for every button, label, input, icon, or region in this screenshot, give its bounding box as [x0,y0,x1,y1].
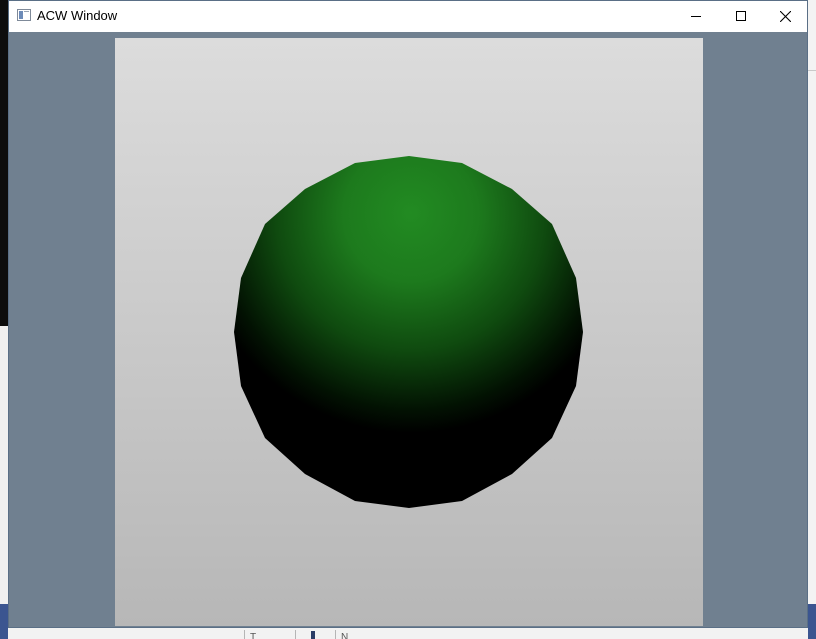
desktop-background-dark [0,0,8,326]
window-title: ACW Window [37,8,118,23]
background-marker [311,631,315,639]
render-viewport[interactable] [115,38,703,626]
background-separator [244,630,245,639]
title-bar[interactable]: ACW Window [9,1,807,32]
background-accent-right [808,604,816,639]
app-window-icon [17,9,31,21]
scene-canvas [234,156,583,508]
close-icon [780,10,791,22]
minimize-button[interactable] [673,1,718,31]
acw-window: ACW Window [8,0,808,628]
background-app-strip [808,0,816,639]
maximize-icon [735,11,746,21]
close-button[interactable] [763,1,808,31]
background-text-2: N [341,632,349,639]
background-accent-left [0,604,8,639]
background-separator [335,630,336,639]
background-separator [295,630,296,639]
desktop-background-light [0,326,8,639]
maximize-button[interactable] [718,1,763,31]
client-area [9,32,807,627]
minimize-icon [690,11,701,21]
background-bottom-strip: T N [8,628,808,639]
background-text-1: T [250,632,257,639]
background-divider [808,70,816,71]
green-sphere [234,156,583,508]
